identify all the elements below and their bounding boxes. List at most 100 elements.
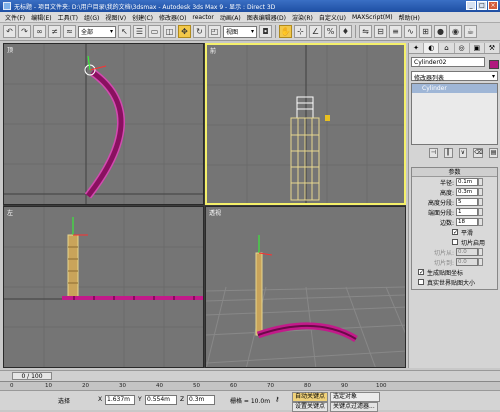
param-cap-segs-input[interactable]: 1 — [456, 208, 478, 216]
bind-icon[interactable]: ≈ — [63, 25, 76, 38]
window-crossing-icon[interactable]: ◫ — [163, 25, 176, 38]
param-cap-segs-spinner[interactable] — [478, 208, 483, 216]
param-radius-input[interactable]: 0.1m — [456, 178, 478, 186]
set-key-button[interactable]: 设置关键点 — [292, 402, 329, 412]
menu-tools[interactable]: 工具(T) — [55, 13, 81, 22]
menu-group[interactable]: 组(G) — [81, 13, 102, 22]
track-bar[interactable]: 0 10 20 30 40 50 60 70 80 90 100 — [0, 381, 500, 390]
y-coord-input[interactable]: 0.554m — [145, 395, 177, 405]
show-end-result-icon[interactable]: ║ — [443, 147, 453, 158]
spinner-snap-icon[interactable]: ♦ — [339, 25, 352, 38]
menu-edit[interactable]: 编辑(E) — [28, 13, 54, 22]
slice-to-spinner[interactable] — [478, 258, 483, 266]
maximize-button[interactable]: □ — [477, 1, 487, 10]
unlink-icon[interactable]: ≠ — [48, 25, 61, 38]
menu-maxscript[interactable]: MAXScript(M) — [349, 14, 396, 21]
param-height-input[interactable]: 0.3m — [456, 188, 478, 196]
viewport-front[interactable]: 前 — [205, 43, 406, 205]
selection-set-dropdown[interactable]: 选定对象 — [330, 392, 380, 402]
layer-icon[interactable]: ≡ — [389, 25, 402, 38]
menu-create[interactable]: 创建(C) — [129, 13, 156, 22]
parameters-rollout-title[interactable]: 参数 — [412, 167, 497, 177]
menu-animation[interactable]: 动画(A) — [217, 13, 244, 22]
menu-rendering[interactable]: 渲染(R) — [289, 13, 316, 22]
select-by-name-icon[interactable]: ☰ — [133, 25, 146, 38]
slice-from-spinner[interactable] — [478, 248, 483, 256]
menu-customize[interactable]: 自定义(U) — [316, 13, 349, 22]
remove-modifier-icon[interactable]: ⌫ — [473, 147, 484, 158]
selection-status: 选择 — [58, 398, 71, 405]
menu-views[interactable]: 视图(V) — [102, 13, 129, 22]
material-icon[interactable]: ● — [434, 25, 447, 38]
key-filters-button[interactable]: 关键点过滤器... — [330, 402, 378, 412]
pin-stack-icon[interactable]: ⊣ — [429, 147, 438, 158]
slice-from-input[interactable]: 0.0 — [456, 248, 478, 256]
utilities-tab-icon[interactable]: ⚒ — [484, 43, 500, 53]
selection-filter-dropdown[interactable]: 全部 ▾ — [78, 25, 116, 38]
chevron-down-icon: ▾ — [491, 72, 495, 80]
rotate-icon[interactable]: ↻ — [193, 25, 206, 38]
curve-editor-icon[interactable]: ∿ — [404, 25, 417, 38]
select-icon[interactable]: ↖ — [118, 25, 131, 38]
menu-help[interactable]: 帮助(H) — [396, 13, 423, 22]
command-panel-tabs: ✦ ◐ ⌂ ◎ ▣ ⚒ — [409, 43, 500, 54]
configure-sets-icon[interactable]: ▤ — [489, 147, 498, 158]
z-coord-input[interactable]: 0.3m — [187, 395, 215, 405]
move-icon[interactable]: ✥ — [178, 25, 191, 38]
param-height-segs-input[interactable]: 5 — [456, 198, 478, 206]
stack-item-cylinder[interactable]: Cylinder — [412, 83, 497, 93]
redo-icon[interactable]: ↷ — [18, 25, 31, 38]
tick-label: 40 — [156, 383, 163, 389]
param-radius-spinner[interactable] — [478, 178, 483, 186]
schematic-icon[interactable]: ⊞ — [419, 25, 432, 38]
param-sides-spinner[interactable] — [478, 218, 483, 226]
viewport-left-label: 左 — [7, 210, 14, 217]
object-name-field[interactable]: Cylinder02 — [411, 57, 485, 67]
object-color-swatch[interactable] — [488, 59, 499, 69]
rect-region-icon[interactable]: ▭ — [148, 25, 161, 38]
modify-tab-icon[interactable]: ◐ — [424, 43, 440, 53]
menu-file[interactable]: 文件(F) — [2, 13, 28, 22]
gen-map-checkbox[interactable]: ✓ — [418, 269, 424, 276]
modifier-list-dropdown[interactable]: 修改器列表 ▾ — [411, 70, 498, 82]
menu-reactor[interactable]: reactor — [189, 14, 217, 21]
angle-snap-icon[interactable]: ∠ — [309, 25, 322, 38]
close-button[interactable]: × — [488, 1, 498, 10]
minimize-button[interactable]: _ — [466, 1, 476, 10]
hierarchy-tab-icon[interactable]: ⌂ — [439, 43, 455, 53]
slice-on-checkbox[interactable] — [452, 239, 458, 245]
percent-snap-icon[interactable]: % — [324, 25, 337, 38]
undo-icon[interactable]: ↶ — [3, 25, 16, 38]
real-world-checkbox[interactable] — [418, 279, 424, 285]
viewport-left[interactable]: 左 — [3, 206, 204, 368]
align-icon[interactable]: ⊟ — [374, 25, 387, 38]
mirror-icon[interactable]: ⇋ — [359, 25, 372, 38]
menu-graph-editors[interactable]: 图表编辑器(D) — [244, 13, 289, 22]
time-slider[interactable]: 0 / 100 — [12, 372, 52, 380]
create-tab-icon[interactable]: ✦ — [409, 43, 425, 53]
link-icon[interactable]: ∞ — [33, 25, 46, 38]
make-unique-icon[interactable]: ∨ — [458, 147, 468, 158]
pivot-icon[interactable]: ◘ — [259, 25, 272, 38]
param-height-segs-label: 高度分段: — [427, 199, 454, 207]
viewport-perspective[interactable]: 透视 — [205, 206, 406, 368]
viewport-top[interactable]: 顶 — [3, 43, 204, 205]
param-height-segs-spinner[interactable] — [478, 198, 483, 206]
auto-key-button[interactable]: 自动关键点 — [292, 392, 329, 402]
param-sides-input[interactable]: 18 — [456, 218, 478, 226]
x-coord-input[interactable]: 1.637m — [105, 395, 135, 405]
display-tab-icon[interactable]: ▣ — [469, 43, 485, 53]
time-slider-bar: 0 / 100 — [0, 370, 500, 381]
manipulate-icon[interactable]: ✋ — [279, 25, 292, 38]
motion-tab-icon[interactable]: ◎ — [454, 43, 470, 53]
param-height-spinner[interactable] — [478, 188, 483, 196]
menu-modifiers[interactable]: 修改器(O) — [156, 13, 189, 22]
render-setup-icon[interactable]: ◉ — [449, 25, 462, 38]
snap-icon[interactable]: ⊹ — [294, 25, 307, 38]
coord-system-dropdown[interactable]: 视图 ▾ — [223, 25, 257, 38]
window-controls: _ □ × — [466, 1, 498, 10]
slice-to-input[interactable]: 0.0 — [456, 258, 478, 266]
scale-icon[interactable]: ◰ — [208, 25, 221, 38]
quick-render-icon[interactable]: ☕ — [464, 25, 477, 38]
smooth-checkbox[interactable]: ✓ — [452, 229, 458, 236]
